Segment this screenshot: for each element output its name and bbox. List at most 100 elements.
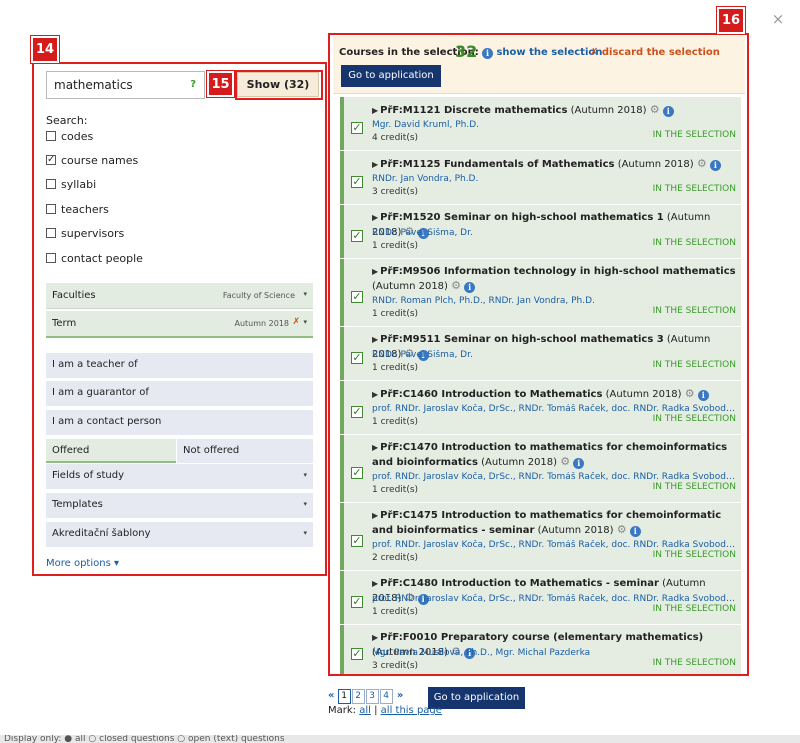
teacher-of-option[interactable]: I am a teacher of (46, 353, 313, 378)
course-code-name[interactable]: PřF:C1480 Introduction to Mathematics - … (380, 578, 659, 589)
discard-selection-link[interactable]: ✗ discard the selection (590, 47, 720, 58)
show-button[interactable]: Show (32) (237, 72, 319, 97)
course-teachers[interactable]: RNDr. Roman Plch, Ph.D., RNDr. Jan Vondr… (372, 296, 737, 306)
course-teachers[interactable]: prof. RNDr. Jaroslav Koča, DrSc., RNDr. … (372, 594, 737, 604)
go-to-application-button[interactable]: Go to application (341, 65, 441, 87)
gear-icon[interactable]: ⚙ (617, 523, 627, 536)
templates-dropdown[interactable]: Templates ▾ (46, 493, 313, 518)
course-title[interactable]: ▶ PřF:M1121 Discrete mathematics (Autumn … (372, 103, 737, 118)
expand-triangle-icon[interactable]: ▶ (372, 160, 378, 169)
course-code-name[interactable]: PřF:M1121 Discrete mathematics (380, 105, 567, 116)
info-icon[interactable]: i (464, 282, 476, 293)
expand-triangle-icon[interactable]: ▶ (372, 633, 378, 642)
contact-person-option[interactable]: I am a contact person (46, 410, 313, 435)
course-teachers[interactable]: prof. RNDr. Jaroslav Koča, DrSc., RNDr. … (372, 472, 737, 482)
course-title[interactable]: ▶ PřF:C1475 Introduction to mathematics f… (372, 509, 737, 538)
more-options-link[interactable]: More options ▾ (46, 558, 119, 569)
course-code-name[interactable]: PřF:F0010 Preparatory course (elementary… (380, 632, 703, 643)
course-checkbox[interactable]: ✓ (351, 351, 363, 364)
course-checkbox[interactable]: ✓ (351, 534, 363, 547)
akreditacni-dropdown[interactable]: Akreditační šablony ▾ (46, 522, 313, 547)
search-option-row[interactable]: supervisors (46, 227, 124, 243)
clear-term-icon[interactable]: ✗ (292, 317, 300, 327)
page-button[interactable]: 1 (337, 689, 351, 704)
gear-icon[interactable]: ⚙ (451, 279, 461, 292)
mark-all-link[interactable]: all (359, 705, 371, 716)
checkbox[interactable] (46, 253, 56, 263)
course-code-name[interactable]: PřF:M1125 Fundamentals of Mathematics (380, 159, 614, 170)
gear-icon[interactable]: ⚙ (650, 103, 660, 116)
checkbox[interactable] (46, 204, 56, 214)
checkbox[interactable] (46, 153, 56, 166)
page-button[interactable]: 4 (379, 689, 393, 704)
course-teachers[interactable]: RNDr. Pavel Šišma, Dr. (372, 228, 737, 238)
course-title[interactable]: ▶ PřF:C1470 Introduction to mathematics f… (372, 441, 737, 470)
search-option-row[interactable]: syllabi (46, 178, 96, 194)
course-status: IN THE SELECTION (652, 482, 736, 492)
chevron-down-icon: ▾ (303, 500, 307, 508)
course-code-name[interactable]: PřF:M9511 Seminar on high-school mathema… (380, 334, 664, 345)
course-checkbox[interactable]: ✓ (351, 595, 363, 608)
info-icon[interactable]: i (662, 106, 674, 117)
course-checkbox[interactable]: ✓ (351, 405, 363, 418)
course-checkbox[interactable]: ✓ (351, 290, 363, 303)
expand-triangle-icon[interactable]: ▶ (372, 106, 378, 115)
course-teachers[interactable]: Mgr. David Kruml, Ph.D. (372, 120, 737, 130)
course-checkbox[interactable]: ✓ (351, 175, 363, 188)
search-option-row[interactable]: teachers (46, 203, 109, 219)
course-checkbox[interactable]: ✓ (351, 466, 363, 479)
page-button[interactable]: 3 (365, 689, 379, 704)
course-code-name[interactable]: PřF:M9506 Information technology in high… (380, 266, 735, 277)
first-page-button[interactable]: « (328, 690, 334, 701)
expand-triangle-icon[interactable]: ▶ (372, 579, 378, 588)
expand-triangle-icon[interactable]: ▶ (372, 390, 378, 399)
info-icon[interactable]: i (573, 458, 585, 469)
gear-icon[interactable]: ⚙ (560, 455, 570, 468)
go-to-application-bottom-button[interactable]: Go to application (428, 687, 525, 709)
mark-all-page-link[interactable]: all this page (381, 705, 442, 716)
fields-of-study-label: Fields of study (52, 470, 125, 481)
search-option-row[interactable]: codes (46, 130, 93, 146)
course-teachers[interactable]: Mgr. Pavla Musilová, Ph.D., Mgr. Michal … (372, 648, 737, 658)
info-icon[interactable]: i (709, 160, 721, 171)
checkbox[interactable] (46, 179, 56, 189)
course-teachers[interactable]: RNDr. Jan Vondra, Ph.D. (372, 174, 737, 184)
expand-triangle-icon[interactable]: ▶ (372, 443, 378, 452)
course-title[interactable]: ▶ PřF:C1460 Introduction to Mathematics (… (372, 387, 737, 402)
course-teachers[interactable]: prof. RNDr. Jaroslav Koča, DrSc., RNDr. … (372, 540, 737, 550)
expand-triangle-icon[interactable]: ▶ (372, 511, 378, 520)
expand-triangle-icon[interactable]: ▶ (372, 213, 378, 222)
search-option-row[interactable]: course names (46, 153, 138, 170)
expand-triangle-icon[interactable]: ▶ (372, 267, 378, 276)
checkbox[interactable] (46, 228, 56, 238)
gear-icon[interactable]: ⚙ (685, 387, 695, 400)
search-option-row[interactable]: contact people (46, 252, 143, 268)
course-code-name[interactable]: PřF:M1520 Seminar on high-school mathema… (380, 212, 664, 223)
checkbox[interactable] (46, 131, 56, 141)
course-teachers[interactable]: RNDr. Pavel Šišma, Dr. (372, 350, 737, 360)
expand-triangle-icon[interactable]: ▶ (372, 335, 378, 344)
course-code-name[interactable]: PřF:C1460 Introduction to Mathematics (380, 389, 602, 400)
course-checkbox[interactable]: ✓ (351, 121, 363, 134)
show-selection-link[interactable]: i show the selection (482, 47, 602, 59)
faculties-filter[interactable]: Faculties Faculty of Science ▾ (46, 283, 313, 309)
info-icon[interactable]: i (629, 526, 641, 537)
term-filter[interactable]: Term Autumn 2018 ✗ ▾ (46, 311, 313, 338)
info-icon[interactable]: i (697, 390, 709, 401)
help-icon[interactable]: ? (190, 79, 196, 90)
course-title[interactable]: ▶ PřF:M1125 Fundamentals of Mathematics (… (372, 157, 737, 172)
course-title[interactable]: ▶ PřF:M9506 Information technology in hig… (372, 265, 737, 294)
gear-icon[interactable]: ⚙ (697, 157, 707, 170)
course-teachers[interactable]: prof. RNDr. Jaroslav Koča, DrSc., RNDr. … (372, 404, 737, 414)
course-checkbox[interactable]: ✓ (351, 647, 363, 660)
course-row: ✓ ▶ PřF:M1125 Fundamentals of Mathematics … (340, 151, 741, 204)
not-offered-toggle[interactable]: Not offered (177, 439, 313, 463)
fields-of-study-dropdown[interactable]: Fields of study ▾ (46, 464, 313, 489)
offered-toggle[interactable]: Offered (46, 439, 176, 463)
course-checkbox[interactable]: ✓ (351, 229, 363, 242)
page-button[interactable]: 2 (351, 689, 365, 704)
search-input[interactable]: mathematics ? (46, 71, 205, 99)
close-icon[interactable]: × (770, 11, 786, 27)
guarantor-of-option[interactable]: I am a guarantor of (46, 381, 313, 406)
last-page-button[interactable]: » (397, 690, 403, 701)
